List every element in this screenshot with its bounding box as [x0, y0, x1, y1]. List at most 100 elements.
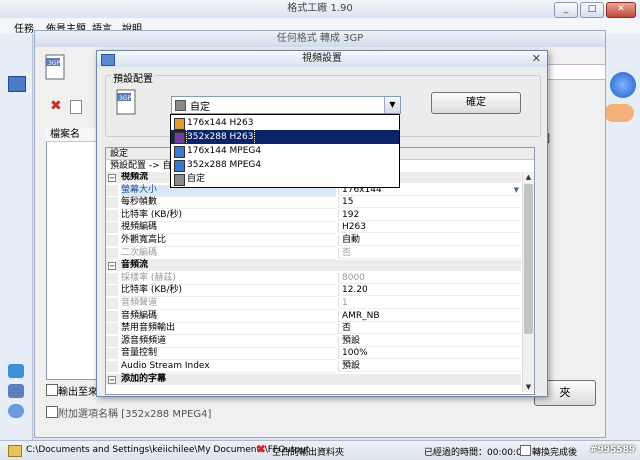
- minimize-button[interactable]: _: [554, 2, 578, 18]
- close-button[interactable]: ✕: [606, 2, 636, 18]
- preset-option-icon: [174, 132, 185, 144]
- property-row[interactable]: 源音頻頻道 預設: [106, 335, 521, 348]
- property-value[interactable]: 否: [338, 323, 521, 335]
- property-category[interactable]: − 音頻流: [106, 260, 521, 272]
- watermark-text: #995589: [590, 445, 636, 455]
- video-settings-title: 視頻設置: [97, 51, 547, 67]
- property-row[interactable]: 二次編碼否: [106, 247, 521, 260]
- collapse-icon[interactable]: −: [108, 262, 116, 271]
- property-row[interactable]: 外觀寬高比 自動: [106, 235, 521, 247]
- output-path-text: C:\Documents and Settings\keiichilee\My …: [26, 445, 310, 455]
- property-value[interactable]: 100%: [338, 348, 521, 360]
- property-row[interactable]: 音頻編碼 AMR_NB: [106, 310, 521, 323]
- video-category-icon[interactable]: [8, 76, 26, 92]
- property-name: 音頻流: [121, 260, 149, 271]
- custom-preset-icon: [175, 100, 186, 111]
- row-gutter: [106, 222, 118, 234]
- collapse-icon[interactable]: −: [108, 375, 116, 384]
- output-to-checkbox[interactable]: [46, 384, 58, 396]
- preset-option[interactable]: 352x288 MPEG4: [171, 158, 399, 172]
- 3gp-preset-icon: 3GP: [115, 89, 139, 117]
- row-gutter: [106, 209, 118, 221]
- property-row[interactable]: 比特率 (KB/秒) 12.20: [106, 285, 521, 298]
- folder-icon[interactable]: [8, 445, 22, 457]
- property-value[interactable]: 15: [338, 197, 521, 209]
- property-value[interactable]: 自動: [338, 235, 521, 246]
- property-row[interactable]: Audio Stream Index 預設: [106, 361, 521, 373]
- property-name: 比特率 (KB/秒): [121, 210, 336, 222]
- scroll-up-icon[interactable]: ▲: [523, 172, 534, 182]
- menu-task[interactable]: 任務: [14, 20, 34, 35]
- decor-icon: [604, 104, 634, 122]
- property-name: 二次編碼: [121, 248, 336, 260]
- append-name-checkbox[interactable]: [46, 406, 58, 418]
- preset-option[interactable]: 176x144 MPEG4: [171, 144, 399, 158]
- preset-select-value: 自定: [190, 102, 210, 113]
- chevron-down-icon[interactable]: ▼: [384, 97, 400, 113]
- property-row[interactable]: 每秒幀數 15: [106, 197, 521, 210]
- preset-option[interactable]: 自定: [171, 172, 399, 186]
- property-row[interactable]: 比特率 (KB/秒) 192: [106, 209, 521, 222]
- after-complete-label: 轉換完成後: [532, 448, 578, 458]
- row-gutter: −: [106, 172, 118, 183]
- property-rows: − 視頻流 螢幕大小 176x144 ▼ 每秒幀數 15 比特率 (KB/秒) 192 視頻編碼 H…: [106, 172, 521, 392]
- empty-folder-icon[interactable]: ✖: [256, 442, 266, 456]
- outer-right-panel: [600, 34, 640, 440]
- outer-window-title: 格式工廠 1.90: [0, 0, 640, 19]
- scroll-down-icon[interactable]: ▼: [523, 382, 534, 392]
- property-value[interactable]: 1: [338, 298, 521, 309]
- property-name: 每秒幀數: [121, 197, 336, 210]
- property-name: 音頻聲道: [121, 298, 336, 310]
- row-gutter: [106, 298, 118, 309]
- globe-icon: [610, 72, 636, 98]
- image-icon[interactable]: [8, 384, 24, 398]
- delete-icon[interactable]: ✖: [50, 98, 62, 114]
- property-row[interactable]: 音頻聲道 1: [106, 298, 521, 310]
- row-gutter: −: [106, 373, 118, 385]
- property-value[interactable]: 192: [338, 209, 521, 221]
- dialog-close-icon[interactable]: ✕: [532, 52, 541, 65]
- 3gp-file-icon: 3GP: [44, 54, 68, 82]
- status-bar: C:\Documents and Settings\keiichilee\My …: [0, 440, 640, 460]
- after-complete-checkbox[interactable]: [520, 445, 531, 456]
- preset-option-icon: [174, 174, 185, 186]
- property-name: 音頻編碼: [121, 311, 336, 323]
- empty-folder-label[interactable]: 空白的輸出資料夾: [272, 445, 344, 458]
- preset-dropdown-list: 176x144 H263 352x288 H263 176x144 MPEG4 352…: [170, 114, 400, 188]
- chevron-down-icon[interactable]: ▼: [514, 185, 519, 196]
- preset-option[interactable]: 352x288 H263: [171, 129, 399, 145]
- property-value[interactable]: 8000: [338, 272, 521, 284]
- preset-option-icon: [174, 160, 185, 172]
- property-row[interactable]: 採樣率 (赫茲) 8000: [106, 272, 521, 285]
- file-list[interactable]: [46, 128, 100, 380]
- output-to-label: 輸出至來: [58, 387, 98, 398]
- property-value[interactable]: H263: [338, 222, 521, 234]
- maximize-button[interactable]: □: [580, 2, 604, 18]
- music-icon[interactable]: [8, 364, 24, 378]
- outer-left-panel: [0, 34, 33, 440]
- row-gutter: [106, 184, 118, 196]
- convert-dialog-title: 任何格式 轉成 3GP: [34, 30, 606, 48]
- property-scrollbar[interactable]: ▲ ▼: [522, 172, 534, 392]
- property-value[interactable]: 12.20: [338, 285, 521, 297]
- clear-icon[interactable]: [70, 100, 82, 114]
- preset-option[interactable]: 176x144 H263: [171, 116, 399, 130]
- disc-icon[interactable]: [8, 404, 24, 418]
- ok-button[interactable]: 確定: [431, 92, 521, 114]
- property-row[interactable]: 禁用音頻輸出否: [106, 323, 521, 336]
- property-value[interactable]: AMR_NB: [338, 310, 521, 322]
- property-value[interactable]: 預設: [338, 335, 521, 347]
- row-gutter: [106, 361, 118, 372]
- property-row[interactable]: 音量控制 100%: [106, 348, 521, 361]
- collapse-icon[interactable]: −: [108, 174, 116, 182]
- property-name: 比特率 (KB/秒): [121, 285, 336, 298]
- property-value[interactable]: 否: [338, 247, 521, 259]
- preset-select[interactable]: 自定 ▼: [171, 96, 401, 114]
- property-row[interactable]: 視頻編碼 H263: [106, 222, 521, 235]
- scroll-thumb[interactable]: [524, 184, 533, 334]
- row-gutter: [106, 272, 118, 284]
- property-value[interactable]: 預設: [338, 361, 521, 372]
- property-category[interactable]: − 添加的字幕: [106, 373, 521, 385]
- file-list-header[interactable]: 檔案名: [46, 128, 98, 142]
- row-gutter: [106, 310, 118, 322]
